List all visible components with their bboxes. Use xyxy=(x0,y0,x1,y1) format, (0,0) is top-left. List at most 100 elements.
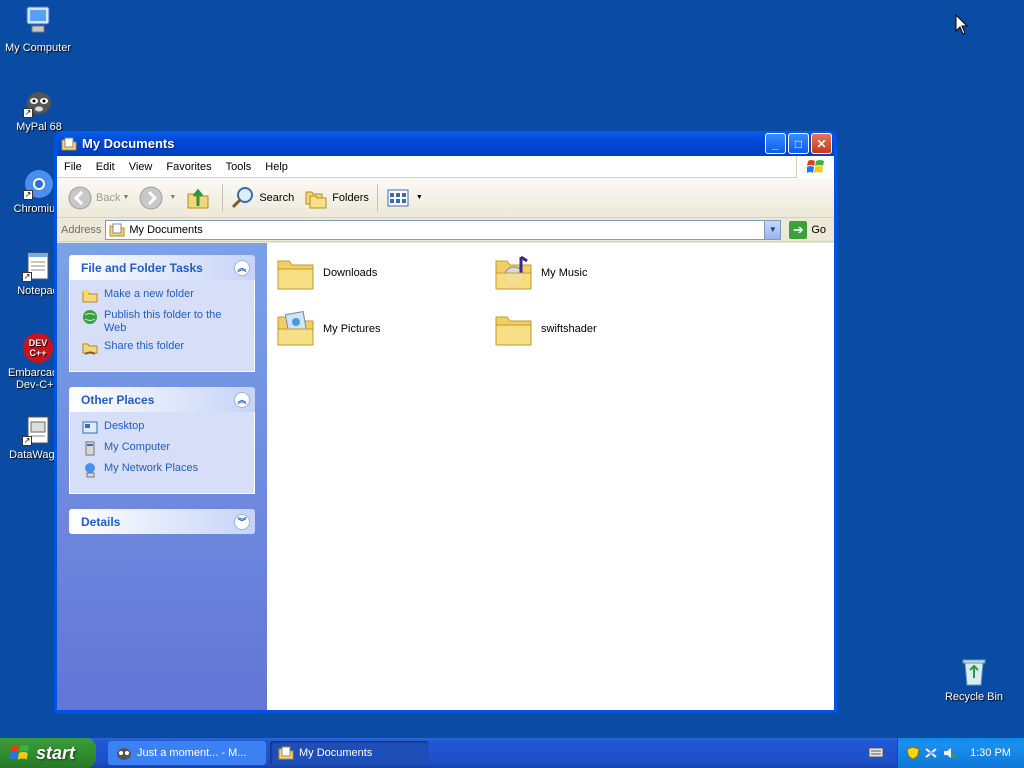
maximize-button[interactable]: □ xyxy=(788,133,809,154)
go-label: Go xyxy=(811,223,826,236)
devcpp-icon: DEVC++ xyxy=(23,333,53,363)
explorer-window: My Documents _ □ ✕ File Edit View Favori… xyxy=(54,131,837,713)
taskbar-button-label: Just a moment... - M... xyxy=(137,747,247,759)
windows-logo-icon xyxy=(796,156,834,178)
taskbar-button-label: My Documents xyxy=(299,747,373,759)
panel-header[interactable]: Details ︾ xyxy=(69,509,255,534)
task-label: Share this folder xyxy=(104,340,185,352)
forward-dropdown-icon[interactable]: ▼ xyxy=(169,194,176,201)
file-name: Downloads xyxy=(323,267,378,279)
taskbar-button-browser[interactable]: Just a moment... - M... xyxy=(108,741,266,765)
folder-icon xyxy=(495,316,532,346)
collapse-up-icon[interactable]: ︽ xyxy=(234,259,250,276)
volume-icon[interactable] xyxy=(942,746,956,760)
folders-button[interactable]: Folders xyxy=(299,182,374,214)
menu-edit[interactable]: Edit xyxy=(89,156,122,178)
up-folder-button[interactable] xyxy=(181,182,219,214)
svg-text:DEV: DEV xyxy=(29,338,48,348)
forward-button[interactable]: ▼ xyxy=(134,182,181,214)
task-publish-web[interactable]: Publish this folder to the Web xyxy=(82,309,244,335)
menu-file[interactable]: File xyxy=(57,156,89,178)
file-item-swiftshader[interactable]: swiftshader xyxy=(493,309,693,349)
content-area: File and Folder Tasks ︽ Make a new folde… xyxy=(57,243,834,710)
share-folder-icon xyxy=(82,343,98,355)
address-input[interactable]: My Documents ▼ xyxy=(105,219,782,240)
go-arrow-icon: ➔ xyxy=(789,220,808,239)
menu-tools[interactable]: Tools xyxy=(219,156,259,178)
file-folder-tasks-panel: File and Folder Tasks ︽ Make a new folde… xyxy=(69,255,255,372)
back-button[interactable]: Back ▼ xyxy=(63,182,134,214)
my-computer-icon xyxy=(85,441,95,456)
folders-icon xyxy=(305,191,327,208)
file-name: My Pictures xyxy=(323,323,381,335)
globe-icon xyxy=(83,310,97,324)
desktop-icon-mypal[interactable]: ↗ MyPal 68 xyxy=(1,86,77,133)
up-folder-icon xyxy=(187,188,209,208)
minimize-button[interactable]: _ xyxy=(765,133,786,154)
place-my-computer[interactable]: My Computer xyxy=(82,441,244,457)
recycle-bin-icon xyxy=(962,659,986,686)
taskbar-button-my-documents[interactable]: My Documents xyxy=(270,741,428,765)
folder-document-icon xyxy=(278,746,294,760)
toolbar-separator xyxy=(222,183,224,212)
address-value: My Documents xyxy=(129,223,203,236)
svg-text:C++: C++ xyxy=(29,348,46,358)
toolbar: Back ▼ ▼ Search Folders ▼ xyxy=(57,178,834,218)
desktop-icon-my-computer[interactable]: My Computer xyxy=(0,4,76,54)
network-icon[interactable] xyxy=(924,746,938,760)
start-button[interactable]: start xyxy=(0,738,96,768)
views-button[interactable]: ▼ xyxy=(381,182,428,214)
clock[interactable]: 1:30 PM xyxy=(970,747,1011,759)
menu-favorites[interactable]: Favorites xyxy=(159,156,218,178)
panel-header[interactable]: File and Folder Tasks ︽ xyxy=(69,255,255,280)
taskbar: start Just a moment... - M... My Documen… xyxy=(0,738,1024,768)
back-arrow-icon xyxy=(68,186,92,209)
file-item-my-pictures[interactable]: My Pictures xyxy=(275,309,475,349)
close-button[interactable]: ✕ xyxy=(811,133,832,154)
other-places-panel: Other Places ︽ Desktop My Computer My Ne… xyxy=(69,387,255,494)
window-titlebar[interactable]: My Documents _ □ ✕ xyxy=(57,131,834,156)
address-dropdown-button[interactable]: ▼ xyxy=(764,220,781,239)
expand-down-icon[interactable]: ︾ xyxy=(234,513,250,530)
details-panel: Details ︾ xyxy=(69,509,255,534)
minimize-icon: _ xyxy=(772,136,779,151)
pictures-folder-icon xyxy=(277,311,314,346)
desktop-icon xyxy=(82,421,98,434)
folder-document-icon xyxy=(109,223,125,236)
views-dropdown-icon[interactable]: ▼ xyxy=(416,194,423,201)
keyboard-icon[interactable] xyxy=(868,745,884,759)
place-desktop[interactable]: Desktop xyxy=(82,420,244,436)
my-computer-icon xyxy=(26,6,50,33)
mypal-icon xyxy=(117,748,131,760)
go-button[interactable]: ➔ Go xyxy=(785,220,830,239)
task-share-folder[interactable]: Share this folder xyxy=(82,340,244,356)
file-item-my-music[interactable]: My Music xyxy=(493,253,693,293)
toolbar-separator xyxy=(376,183,378,212)
file-item-downloads[interactable]: Downloads xyxy=(275,253,475,293)
address-label: Address xyxy=(61,223,102,236)
desktop-icon-label: Recycle Bin xyxy=(944,691,1004,703)
search-icon xyxy=(232,186,254,208)
search-button[interactable]: Search xyxy=(226,182,299,214)
place-network[interactable]: My Network Places xyxy=(82,462,244,478)
task-label: Make a new folder xyxy=(104,288,194,300)
search-label: Search xyxy=(259,191,295,204)
folder-document-icon xyxy=(61,137,77,150)
desktop-icon-recycle-bin[interactable]: Recycle Bin xyxy=(936,656,1012,703)
collapse-up-icon[interactable]: ︽ xyxy=(234,391,250,408)
mouse-cursor-icon xyxy=(955,14,969,35)
panel-header[interactable]: Other Places ︽ xyxy=(69,387,255,412)
file-list: Downloads My Music My Pictures swiftshad… xyxy=(267,243,834,710)
security-shield-icon[interactable] xyxy=(906,746,920,760)
back-dropdown-icon[interactable]: ▼ xyxy=(122,194,129,201)
menu-help[interactable]: Help xyxy=(258,156,295,178)
window-title: My Documents xyxy=(82,136,175,151)
folder-icon xyxy=(277,260,314,290)
panel-title: Other Places xyxy=(81,392,155,407)
panel-title: Details xyxy=(81,514,121,529)
folders-label: Folders xyxy=(332,191,369,204)
shortcut-arrow-icon: ↗ xyxy=(22,436,32,446)
task-make-new-folder[interactable]: Make a new folder xyxy=(82,288,244,304)
menu-view[interactable]: View xyxy=(122,156,160,178)
start-label: start xyxy=(36,742,76,763)
